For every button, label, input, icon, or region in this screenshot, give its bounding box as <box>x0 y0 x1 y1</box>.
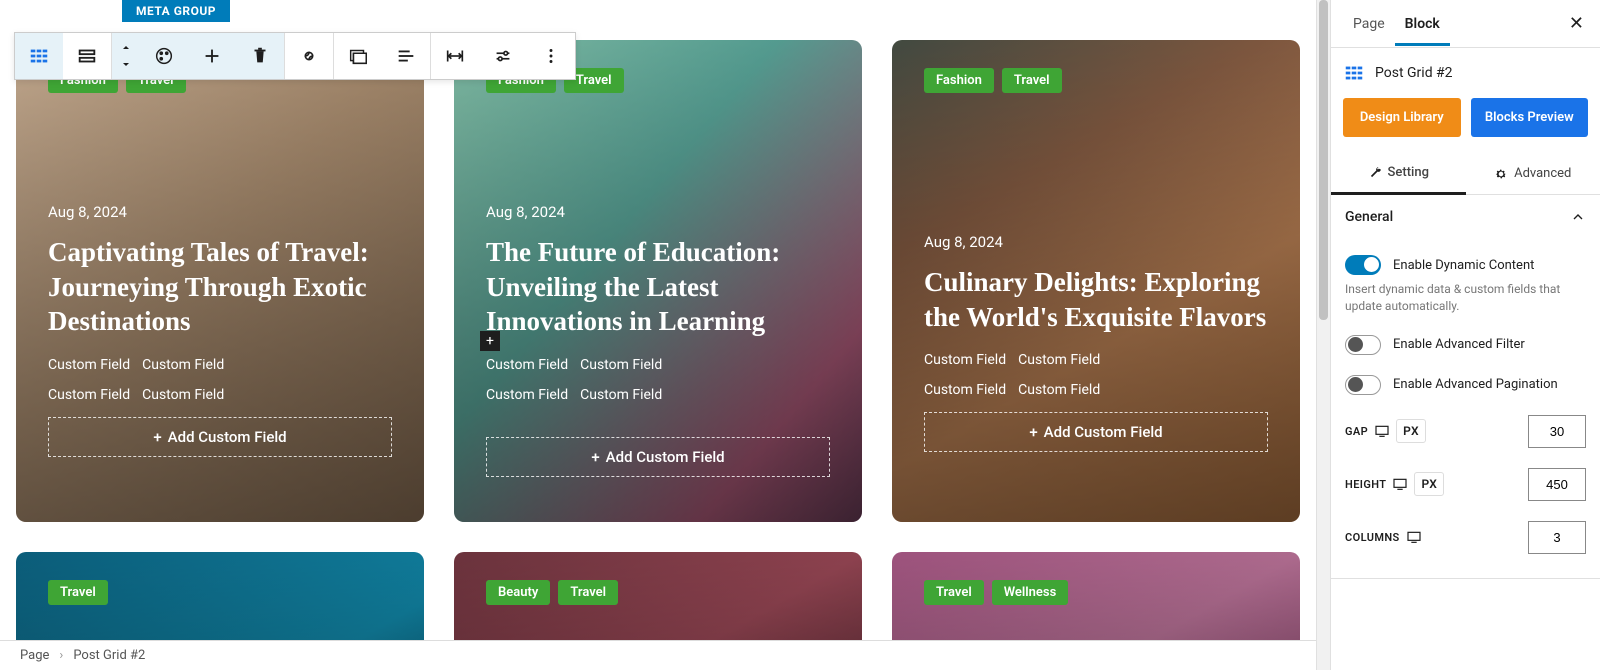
gear-icon <box>1494 167 1508 181</box>
plus-icon: + <box>1029 423 1037 441</box>
post-title: The Future of Education: Unveiling the L… <box>486 235 830 339</box>
canvas-scrollbar[interactable] <box>1316 0 1330 670</box>
trash-icon[interactable] <box>236 33 284 79</box>
wrench-icon <box>1368 166 1382 180</box>
category-tag[interactable]: Wellness <box>992 580 1069 605</box>
breadcrumb: Page › Post Grid #2 <box>0 640 1316 670</box>
chevron-up-icon <box>1570 209 1586 225</box>
category-tag[interactable]: Travel <box>558 580 618 605</box>
custom-field-label: Custom Field <box>1018 352 1100 368</box>
add-custom-field-button[interactable]: +Add Custom Field <box>924 412 1268 452</box>
unit-selector[interactable]: px <box>1396 419 1426 443</box>
custom-field-label: Custom Field <box>580 387 662 403</box>
post-card[interactable]: Fashion Travel Aug 8, 2024 The Future of… <box>454 40 862 522</box>
post-date: Aug 8, 2024 <box>486 203 830 221</box>
toggle-dynamic-content[interactable] <box>1345 255 1381 275</box>
add-custom-field-button[interactable]: +Add Custom Field <box>48 417 392 457</box>
toggle-description: Insert dynamic data & custom fields that… <box>1345 281 1586 315</box>
align-icon[interactable] <box>382 33 430 79</box>
gap-input[interactable] <box>1528 415 1586 448</box>
breadcrumb-current[interactable]: Post Grid #2 <box>73 648 145 663</box>
design-library-button[interactable]: Design Library <box>1343 98 1461 137</box>
block-name-label: Post Grid #2 <box>1375 65 1453 81</box>
custom-field-label: Custom Field <box>48 387 130 403</box>
meta-group-tag: META GROUP <box>122 0 230 22</box>
toggle-advanced-filter[interactable] <box>1345 335 1381 355</box>
post-card[interactable]: Travel <box>16 552 424 640</box>
editor-canvas[interactable]: META GROUP <box>0 0 1316 670</box>
add-custom-field-button[interactable]: +Add Custom Field <box>486 437 830 477</box>
layout-icon[interactable] <box>63 33 111 79</box>
post-title: Culinary Delights: Exploring the World's… <box>924 265 1268 334</box>
post-grid: Fashion Travel Aug 8, 2024 Captivating T… <box>16 12 1300 640</box>
columns-input[interactable] <box>1528 521 1586 554</box>
tab-page[interactable]: Page <box>1343 2 1395 46</box>
custom-field-label: Custom Field <box>580 357 662 373</box>
custom-field-label: Custom Field <box>486 387 568 403</box>
custom-field-label: Custom Field <box>924 352 1006 368</box>
subtab-advanced[interactable]: Advanced <box>1466 153 1600 194</box>
more-options-icon[interactable] <box>527 33 575 79</box>
breadcrumb-root[interactable]: Page <box>20 648 49 663</box>
unit-selector[interactable]: px <box>1414 472 1444 496</box>
height-input[interactable] <box>1528 468 1586 501</box>
device-icon[interactable] <box>1392 477 1408 491</box>
custom-field-label: Custom Field <box>486 357 568 373</box>
blocks-preview-button[interactable]: Blocks Preview <box>1471 98 1589 137</box>
close-icon[interactable]: ✕ <box>1565 9 1588 38</box>
custom-field-label: Custom Field <box>142 357 224 373</box>
device-icon[interactable] <box>1374 424 1390 438</box>
plus-icon: + <box>153 428 161 446</box>
block-toolbar <box>14 32 576 80</box>
style-palette-icon[interactable] <box>140 33 188 79</box>
move-up-down-icon[interactable] <box>112 33 140 79</box>
post-date: Aug 8, 2024 <box>924 233 1268 251</box>
toggle-label: Enable Dynamic Content <box>1393 258 1534 273</box>
category-tag[interactable]: Travel <box>1002 68 1062 93</box>
category-tag[interactable]: Travel <box>48 580 108 605</box>
block-type-icon[interactable] <box>15 33 63 79</box>
toggle-advanced-pagination[interactable] <box>1345 375 1381 395</box>
grid-icon <box>1343 62 1365 84</box>
category-tag[interactable]: Fashion <box>924 68 994 93</box>
device-icon[interactable] <box>1406 530 1422 544</box>
width-icon[interactable] <box>431 33 479 79</box>
custom-field-label: Custom Field <box>1018 382 1100 398</box>
loop-icon[interactable] <box>285 33 333 79</box>
tab-block[interactable]: Block <box>1395 2 1450 46</box>
chevron-right-icon: › <box>59 648 63 663</box>
category-tag[interactable]: Travel <box>924 580 984 605</box>
inline-add-icon[interactable]: + <box>480 331 500 351</box>
image-icon[interactable] <box>334 33 382 79</box>
post-card[interactable]: Beauty Travel <box>454 552 862 640</box>
section-general-toggle[interactable]: General <box>1331 195 1600 239</box>
post-card[interactable]: Travel Wellness <box>892 552 1300 640</box>
category-tag[interactable]: Beauty <box>486 580 550 605</box>
post-card[interactable]: Fashion Travel Aug 8, 2024 Culinary Deli… <box>892 40 1300 522</box>
post-title: Captivating Tales of Travel: Journeying … <box>48 235 392 339</box>
height-label: HEIGHT <box>1345 478 1386 491</box>
toggle-label: Enable Advanced Pagination <box>1393 377 1558 392</box>
toggle-label: Enable Advanced Filter <box>1393 337 1525 352</box>
post-date: Aug 8, 2024 <box>48 203 392 221</box>
custom-field-label: Custom Field <box>48 357 130 373</box>
subtab-setting[interactable]: Setting <box>1331 153 1466 195</box>
columns-label: COLUMNS <box>1345 531 1400 544</box>
custom-field-label: Custom Field <box>142 387 224 403</box>
post-card[interactable]: Fashion Travel Aug 8, 2024 Captivating T… <box>16 40 424 522</box>
settings-slider-icon[interactable] <box>479 33 527 79</box>
add-icon[interactable] <box>188 33 236 79</box>
inspector-sidebar: Page Block ✕ Post Grid #2 Design Library… <box>1330 0 1600 670</box>
gap-label: GAP <box>1345 425 1368 438</box>
custom-field-label: Custom Field <box>924 382 1006 398</box>
plus-icon: + <box>591 448 599 466</box>
